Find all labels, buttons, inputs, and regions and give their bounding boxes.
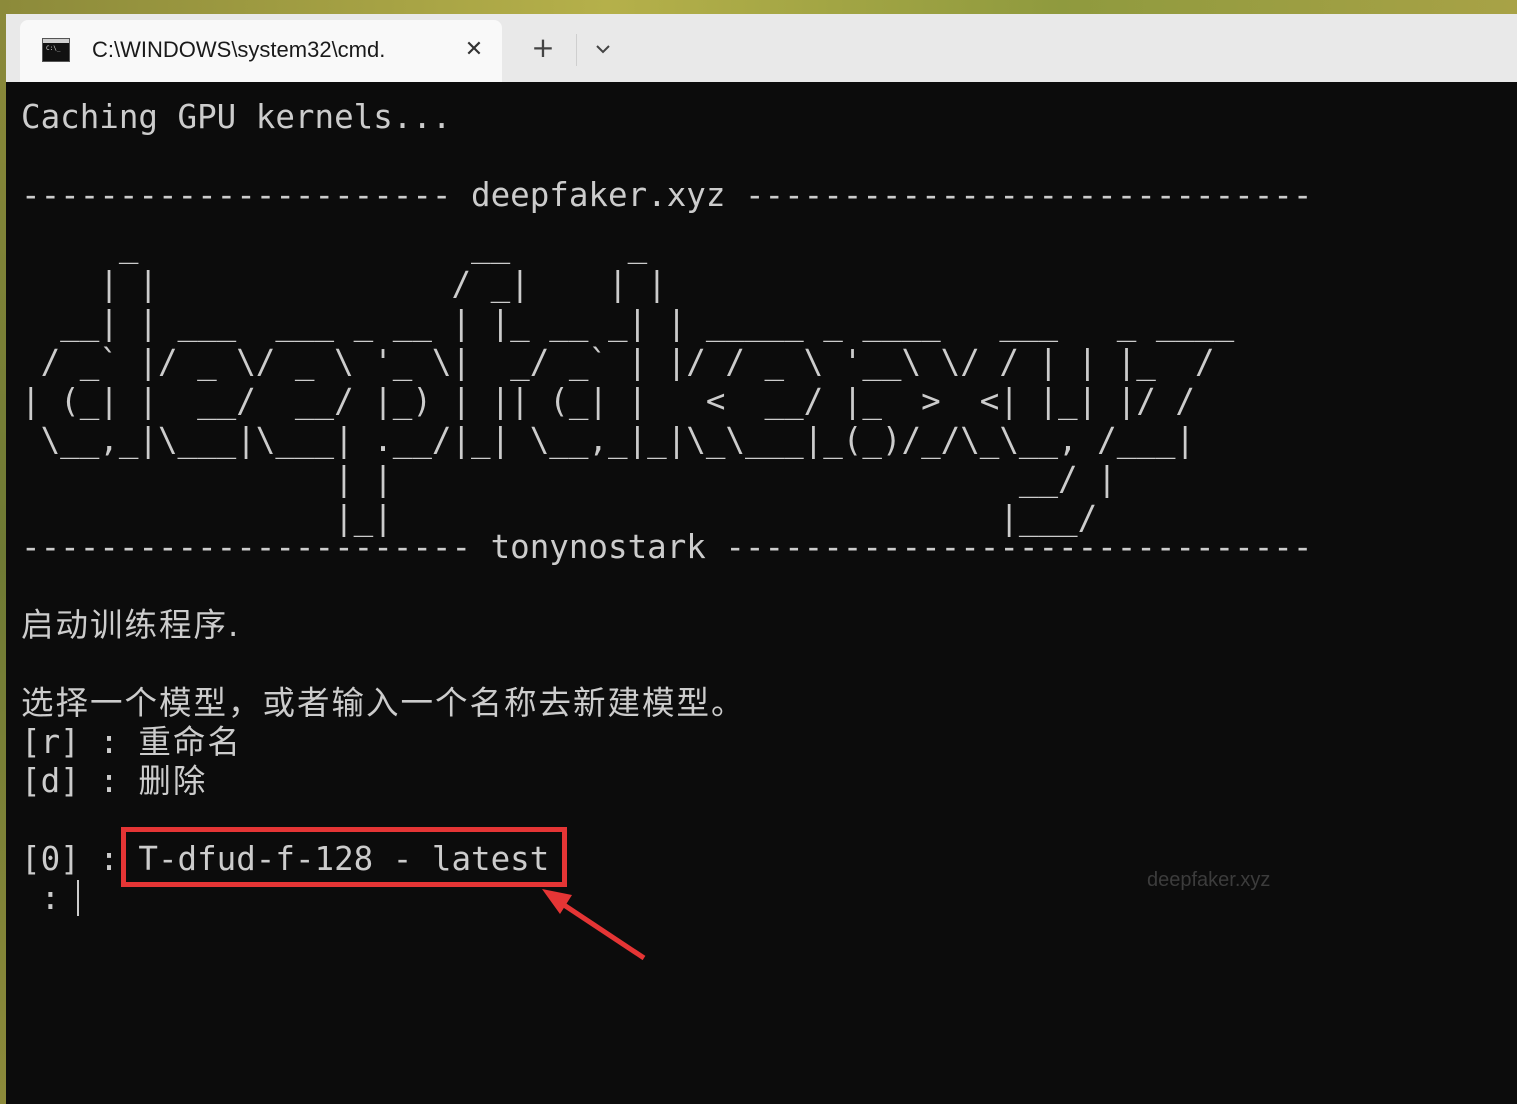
tab-title: C:\WINDOWS\system32\cmd. — [92, 37, 386, 62]
cmd-icon — [42, 38, 70, 62]
title-bar: C:\WINDOWS\system32\cmd. ✕ + — [6, 14, 1517, 82]
titlebar-divider — [576, 34, 577, 66]
annotation-arrow-icon — [542, 889, 646, 961]
desktop-background — [0, 0, 1517, 14]
plus-icon[interactable]: + — [526, 32, 560, 66]
close-icon[interactable]: ✕ — [458, 34, 490, 66]
tab-cmd[interactable]: C:\WINDOWS\system32\cmd. ✕ — [20, 20, 502, 82]
chevron-down-icon[interactable] — [588, 32, 618, 66]
terminal-window: C:\WINDOWS\system32\cmd. ✕ + Caching GPU… — [6, 14, 1517, 1104]
console-output[interactable]: Caching GPU kernels... -----------------… — [6, 82, 1517, 1104]
